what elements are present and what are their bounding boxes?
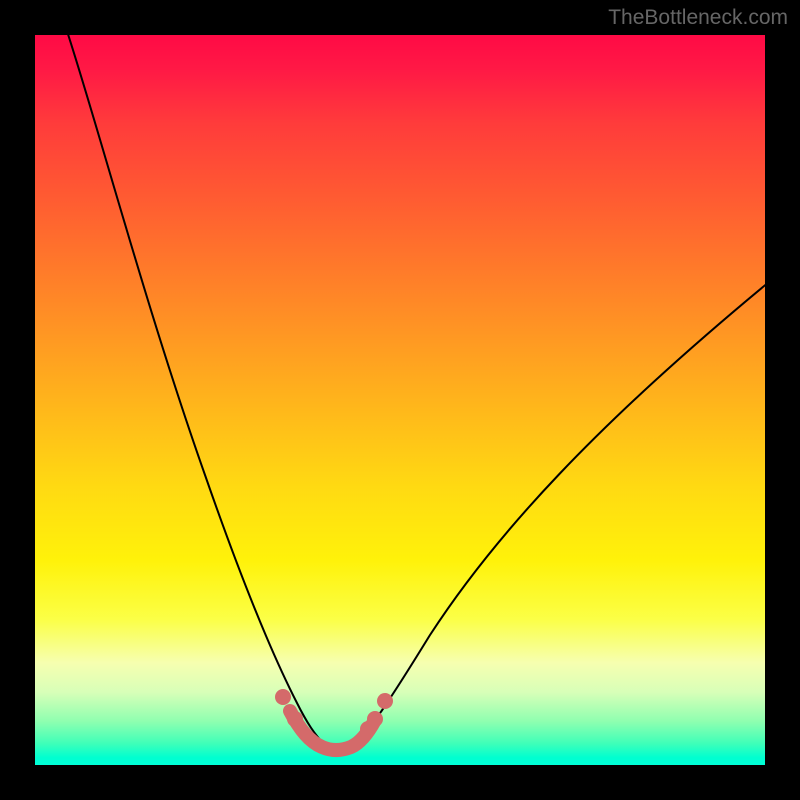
marker-dot bbox=[287, 711, 303, 727]
chart-svg bbox=[35, 35, 765, 765]
marker-dot bbox=[367, 711, 383, 727]
right-curve bbox=[353, 277, 765, 747]
left-curve bbox=[65, 35, 325, 745]
marker-dot bbox=[377, 693, 393, 709]
marker-dot bbox=[275, 689, 291, 705]
chart-plot-area bbox=[35, 35, 765, 765]
watermark-text: TheBottleneck.com bbox=[608, 6, 788, 30]
